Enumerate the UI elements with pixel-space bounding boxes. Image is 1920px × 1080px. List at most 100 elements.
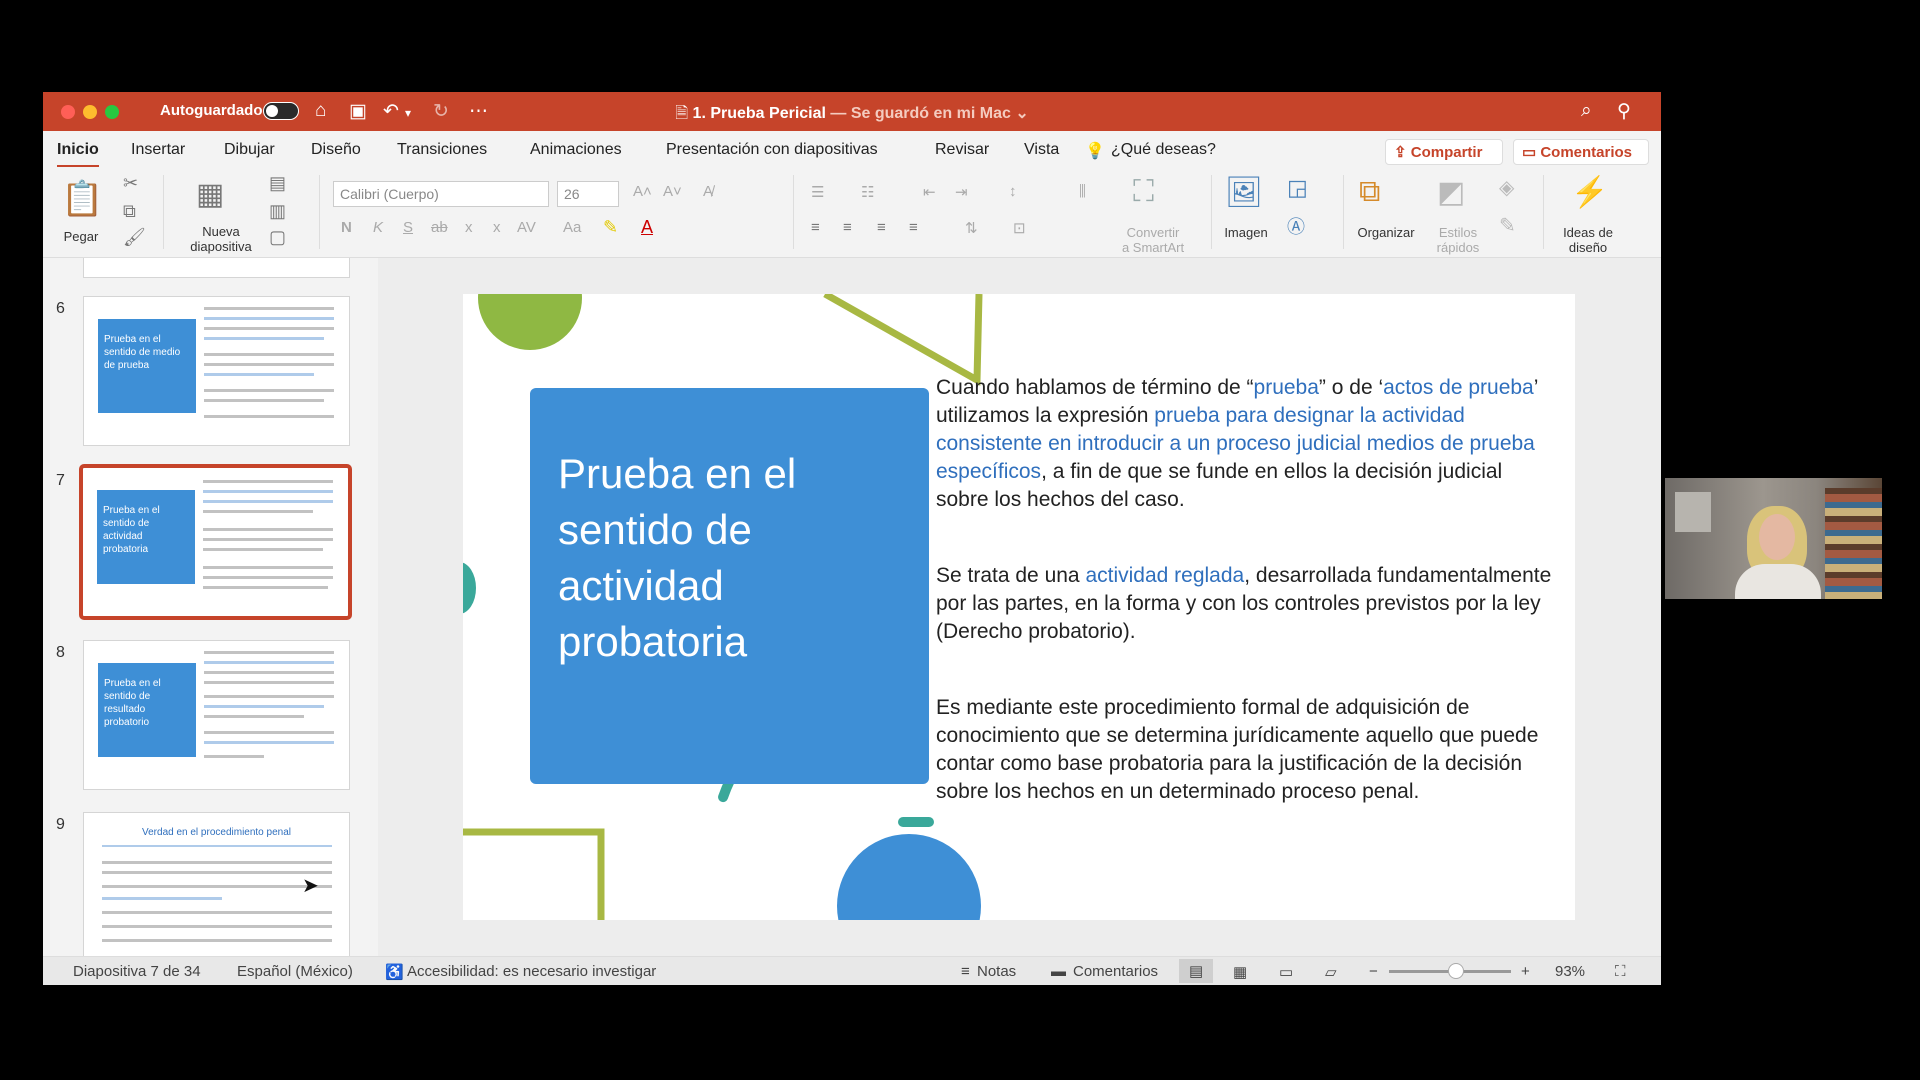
notes-button[interactable]: Notas	[977, 963, 1016, 980]
columns-icon[interactable]: ⫼	[1079, 183, 1086, 200]
thumbnail-title: Prueba en el sentido de medio de prueba	[98, 319, 196, 413]
shapes-icon[interactable]: ◲	[1287, 175, 1308, 201]
tab-diseno[interactable]: Diseño	[311, 141, 361, 159]
reading-view-icon[interactable]: ▭	[1279, 963, 1293, 981]
thumbnail-title: Verdad en el procedimiento penal	[142, 827, 291, 838]
title-chevron-icon[interactable]: ⌄	[1015, 105, 1028, 122]
slide-paragraph-1: Cuando hablamos de término de “prueba” o…	[936, 374, 1556, 514]
accessibility-status[interactable]: Accesibilidad: es necesario investigar	[407, 963, 656, 980]
align-center-icon[interactable]: ≡	[843, 219, 852, 236]
tab-animaciones[interactable]: Animaciones	[530, 141, 622, 159]
slide-sorter-icon[interactable]: ▦	[1233, 963, 1247, 981]
search-icon[interactable]: ⌕	[1581, 100, 1592, 122]
comments-label: Comentarios	[1540, 144, 1633, 161]
font-color-icon[interactable]: A	[641, 217, 653, 238]
slide-editor: Prueba en el sentido de actividad probat…	[378, 258, 1661, 956]
new-slide-icon[interactable]: ▦	[196, 177, 224, 212]
slide-counter: Diapositiva 7 de 34	[73, 963, 201, 980]
normal-view-button[interactable]: ▤	[1179, 959, 1213, 983]
arrange-icon[interactable]: ⧉	[1359, 175, 1380, 209]
copy-icon[interactable]: ⧉	[123, 201, 136, 222]
spacing-button[interactable]: AV	[517, 219, 536, 236]
comments-pane-button[interactable]: Comentarios	[1073, 963, 1158, 980]
design-ideas-icon[interactable]: ⚡	[1571, 175, 1608, 210]
share-button[interactable]: ⇪ Compartir	[1385, 139, 1503, 165]
format-painter-icon[interactable]: 🖌	[123, 227, 146, 248]
font-size-select[interactable]: 26	[557, 181, 619, 207]
language-indicator[interactable]: Español (México)	[237, 963, 353, 980]
slide-thumbnail-8[interactable]: Prueba en el sentido de resultado probat…	[83, 640, 350, 790]
grow-font-icon[interactable]: A˄	[633, 183, 652, 200]
tab-transiciones[interactable]: Transiciones	[397, 141, 487, 159]
tab-inicio[interactable]: Inicio	[57, 141, 99, 168]
reset-icon[interactable]: ▥	[269, 201, 286, 222]
convert-smartart-button[interactable]: Convertir a SmartArt	[1103, 225, 1203, 255]
zoom-out-icon[interactable]: −	[1369, 963, 1378, 980]
superscript-button[interactable]: x	[465, 219, 473, 236]
comments-button[interactable]: ▭ Comentarios	[1513, 139, 1649, 165]
slide-thumbnail-5[interactable]	[83, 258, 350, 278]
paste-icon[interactable]: 📋	[61, 179, 103, 219]
design-ideas-button[interactable]: Ideas de diseño	[1548, 225, 1628, 255]
align-text-icon[interactable]: ⊡	[1013, 219, 1026, 237]
text-run: ” o de ‘	[1318, 376, 1384, 399]
quick-styles-icon[interactable]: ◩	[1437, 175, 1465, 210]
section-icon[interactable]: ▢	[269, 227, 286, 248]
zoom-level[interactable]: 93%	[1555, 963, 1585, 980]
slide-title-box: Prueba en el sentido de actividad probat…	[530, 388, 929, 784]
quick-styles-button[interactable]: Estilos rápidos	[1425, 225, 1491, 255]
tab-vista[interactable]: Vista	[1024, 141, 1059, 159]
zoom-slider-track[interactable]	[1389, 963, 1511, 979]
change-case-button[interactable]: Aa	[563, 219, 581, 236]
tab-dibujar[interactable]: Dibujar	[224, 141, 275, 159]
arrange-label: Organizar	[1357, 225, 1415, 240]
slide-paragraph-2: Se trata de una actividad reglada, desar…	[936, 562, 1556, 646]
wall-panel	[1675, 492, 1711, 532]
shape-outline-icon[interactable]: ✎	[1499, 213, 1516, 238]
powerpoint-window: Autoguardado ⌂ ▣ ↶ ▾ ↻ ⋯ 🗎 1. Prueba Per…	[43, 92, 1661, 985]
tell-me-search[interactable]: ¿Qué deseas?	[1111, 141, 1216, 159]
decrease-indent-icon[interactable]: ⇤	[923, 183, 936, 201]
line-spacing-icon[interactable]: ↕	[1009, 183, 1017, 200]
text-direction-icon[interactable]: ⇅	[965, 219, 978, 237]
share-people-icon[interactable]: ⚲	[1617, 100, 1631, 123]
ribbon-tabs: Inicio Insertar Dibujar Diseño Transicio…	[43, 131, 1661, 168]
smartart-icon[interactable]: ⛶	[1133, 175, 1154, 209]
font-family-select[interactable]: Calibri (Cuerpo)	[333, 181, 549, 207]
underline-button[interactable]: S	[403, 219, 413, 236]
italic-button[interactable]: K	[373, 219, 383, 236]
paste-label: Pegar	[63, 229, 99, 244]
bold-button[interactable]: N	[341, 219, 352, 236]
subscript-button[interactable]: x	[493, 219, 501, 236]
clear-format-icon[interactable]: A̸	[703, 183, 713, 200]
new-slide-button[interactable]: Nueva diapositiva	[171, 224, 271, 254]
textbox-icon[interactable]: Ⓐ	[1287, 213, 1305, 239]
slideshow-icon[interactable]: ▱	[1325, 963, 1337, 981]
slide-thumbnail-7-selected[interactable]: Prueba en el sentido de actividad probat…	[79, 464, 352, 620]
shape-fill-icon[interactable]: ◈	[1499, 175, 1514, 200]
image-label: Imagen	[1224, 225, 1268, 240]
shrink-font-icon[interactable]: A˅	[663, 183, 682, 200]
align-left-icon[interactable]: ≡	[811, 219, 820, 236]
highlight-icon[interactable]: ✎	[603, 217, 618, 238]
increase-indent-icon[interactable]: ⇥	[955, 183, 968, 201]
zoom-in-icon[interactable]: +	[1521, 963, 1530, 980]
image-icon[interactable]: 🖼	[1225, 175, 1263, 210]
share-icon: ⇪	[1394, 144, 1411, 161]
layout-icon[interactable]: ▤	[269, 173, 286, 194]
tab-presentacion[interactable]: Presentación con diapositivas	[666, 141, 878, 159]
cut-icon[interactable]: ✂	[123, 173, 138, 194]
text-run: Se trata de una	[936, 564, 1086, 587]
justify-icon[interactable]: ≡	[909, 219, 918, 236]
current-slide[interactable]: Prueba en el sentido de actividad probat…	[463, 294, 1575, 920]
slide-thumbnail-6[interactable]: Prueba en el sentido de medio de prueba	[83, 296, 350, 446]
bullets-icon[interactable]: ☰	[811, 183, 824, 201]
fit-slide-icon[interactable]: ⛶	[1615, 963, 1626, 980]
numbering-icon[interactable]: ☷	[861, 183, 874, 201]
zoom-slider-thumb[interactable]	[1448, 963, 1465, 979]
strikethrough-button[interactable]: ab	[431, 219, 448, 236]
tab-insertar[interactable]: Insertar	[131, 141, 185, 159]
align-right-icon[interactable]: ≡	[877, 219, 886, 236]
highlighted-term: actos de prueba	[1383, 376, 1534, 399]
tab-revisar[interactable]: Revisar	[935, 141, 989, 159]
